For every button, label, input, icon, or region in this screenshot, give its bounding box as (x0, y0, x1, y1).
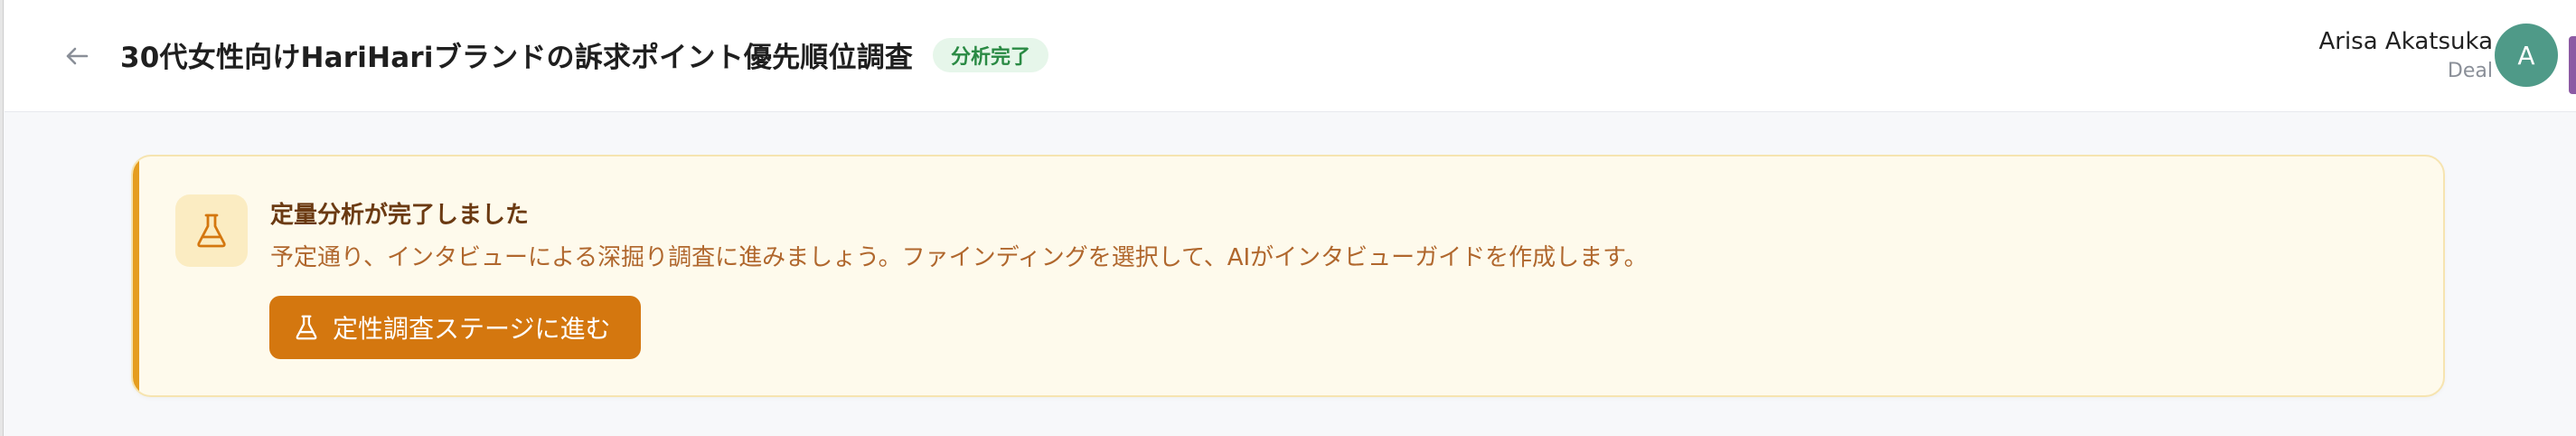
notice-icon-box (175, 194, 248, 267)
notice-message: 予定通り、インタビューによる深掘り調査に進みましょう。ファインディングを選択して… (270, 244, 1648, 271)
user-role: Deal (2447, 60, 2493, 82)
status-badge: 分析完了 (933, 38, 1049, 72)
proceed-button-label: 定性調査ステージに進む (333, 315, 611, 343)
flask-icon (197, 213, 226, 248)
analysis-complete-notice: 定量分析が完了しました 予定通り、インタビューによる深掘り調査に進みましょう。フ… (131, 155, 2445, 397)
back-button[interactable] (55, 40, 99, 72)
page: 30代女性向けHariHariブランドの訴求ポイント優先順位調査 分析完了 Ar… (0, 0, 2576, 436)
top-header: 30代女性向けHariHariブランドの訴求ポイント優先順位調査 分析完了 Ar… (5, 0, 2576, 112)
flask-icon (296, 315, 317, 340)
notice-accent-bar (133, 156, 139, 395)
window-edge (0, 0, 4, 436)
user-info: Arisa Akatsuka Deal (2318, 25, 2493, 85)
page-title: 30代女性向けHariHariブランドの訴求ポイント優先順位調査 (120, 42, 914, 74)
avatar[interactable]: A (2495, 24, 2558, 87)
window-edge-right (2569, 36, 2576, 94)
user-name: Arisa Akatsuka (2318, 28, 2493, 55)
proceed-qualitative-button[interactable]: 定性調査ステージに進む (269, 296, 642, 359)
notice-title: 定量分析が完了しました (270, 202, 530, 229)
arrow-left-icon (66, 47, 89, 65)
